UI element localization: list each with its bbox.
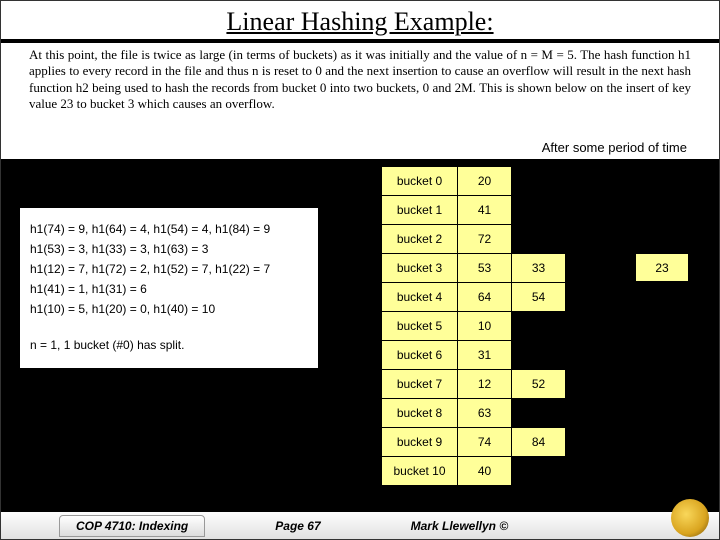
table-row: bucket 020	[382, 167, 566, 196]
bucket-cell: 10	[458, 312, 512, 341]
hash-line: h1(53) = 3, h1(33) = 3, h1(63) = 3	[30, 242, 308, 256]
split-status: n = 1, 1 bucket (#0) has split.	[30, 338, 308, 352]
bucket-label: bucket 3	[382, 254, 458, 283]
table-row: bucket 97484	[382, 428, 566, 457]
footer-author: Mark Llewellyn ©	[411, 519, 509, 533]
hash-line: h1(74) = 9, h1(64) = 4, h1(54) = 4, h1(8…	[30, 222, 308, 236]
bucket-cell: 64	[458, 283, 512, 312]
bucket-cell	[512, 196, 566, 225]
hash-line: h1(41) = 1, h1(31) = 6	[30, 282, 308, 296]
overflow-connector	[599, 267, 635, 269]
table-row: bucket 510	[382, 312, 566, 341]
bucket-cell: 63	[458, 399, 512, 428]
spacer	[30, 322, 308, 332]
bucket-cell: 12	[458, 370, 512, 399]
table-row: bucket 141	[382, 196, 566, 225]
footer-page: Page 67	[275, 519, 320, 533]
footer: COP 4710: Indexing Page 67 Mark Llewelly…	[1, 507, 719, 539]
bucket-cell	[512, 312, 566, 341]
table-row: bucket 71252	[382, 370, 566, 399]
bucket-cell	[512, 225, 566, 254]
table-row: bucket 46454	[382, 283, 566, 312]
bucket-cell	[512, 341, 566, 370]
bucket-label: bucket 9	[382, 428, 458, 457]
bucket-table: bucket 020bucket 141bucket 272bucket 353…	[381, 166, 566, 486]
bucket-label: bucket 7	[382, 370, 458, 399]
table-row: bucket 863	[382, 399, 566, 428]
bucket-cell: 40	[458, 457, 512, 486]
bucket-cell: 84	[512, 428, 566, 457]
bucket-label: bucket 6	[382, 341, 458, 370]
table-row: bucket 1040	[382, 457, 566, 486]
bucket-cell	[512, 457, 566, 486]
bucket-cell: 31	[458, 341, 512, 370]
bucket-cell: 53	[458, 254, 512, 283]
bucket-cell: 72	[458, 225, 512, 254]
footer-course: COP 4710: Indexing	[59, 515, 205, 537]
bucket-label: bucket 0	[382, 167, 458, 196]
overflow-cell: 23	[635, 253, 689, 282]
body-paragraph: At this point, the file is twice as larg…	[1, 43, 719, 112]
title-area: Linear Hashing Example:	[1, 1, 719, 43]
hash-calculations-box: h1(74) = 9, h1(64) = 4, h1(54) = 4, h1(8…	[19, 207, 319, 369]
floating-note: After some period of time	[540, 140, 689, 155]
bucket-cell	[512, 167, 566, 196]
hash-line: h1(12) = 7, h1(72) = 2, h1(52) = 7, h1(2…	[30, 262, 308, 276]
bucket-cell: 41	[458, 196, 512, 225]
bucket-label: bucket 2	[382, 225, 458, 254]
bucket-label: bucket 10	[382, 457, 458, 486]
table-row: bucket 35333	[382, 254, 566, 283]
bucket-cell: 54	[512, 283, 566, 312]
bucket-cell: 74	[458, 428, 512, 457]
ucf-logo-icon	[671, 499, 709, 537]
bucket-cell: 20	[458, 167, 512, 196]
bucket-cell: 52	[512, 370, 566, 399]
bucket-label: bucket 5	[382, 312, 458, 341]
bucket-label: bucket 1	[382, 196, 458, 225]
bucket-cell	[512, 399, 566, 428]
table-row: bucket 272	[382, 225, 566, 254]
table-row: bucket 631	[382, 341, 566, 370]
page-title: Linear Hashing Example:	[1, 7, 719, 37]
slide: Linear Hashing Example: At this point, t…	[0, 0, 720, 540]
bucket-label: bucket 4	[382, 283, 458, 312]
bucket-label: bucket 8	[382, 399, 458, 428]
hash-line: h1(10) = 5, h1(20) = 0, h1(40) = 10	[30, 302, 308, 316]
bucket-cell: 33	[512, 254, 566, 283]
